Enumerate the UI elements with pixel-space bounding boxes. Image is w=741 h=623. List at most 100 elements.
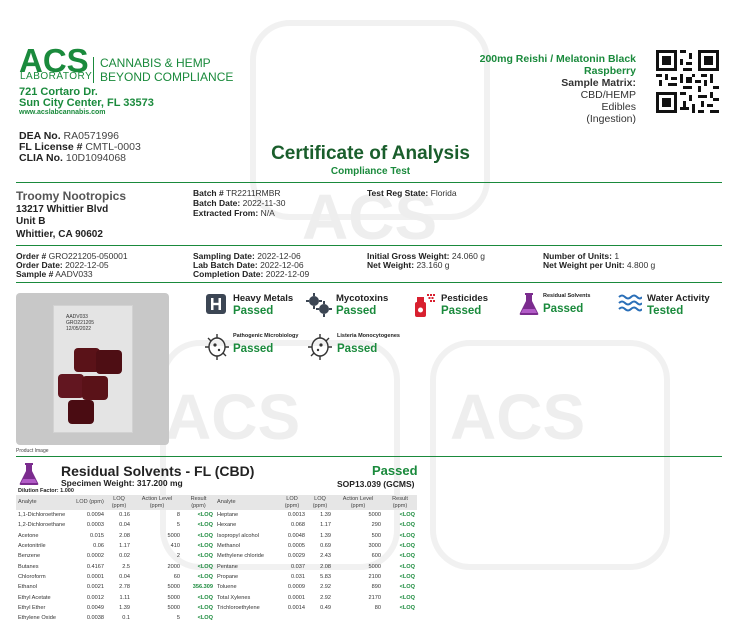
pathogenic-microbiology-status: Passed xyxy=(233,343,274,355)
pathogenic-microbiology-title: Pathogenic Microbiology xyxy=(233,333,299,339)
sample-matrix-label: Sample Matrix: xyxy=(561,77,636,89)
action-level-cell: 80 xyxy=(374,604,381,611)
gummy xyxy=(82,376,108,400)
table-row: Chloroform 0.0001 0.04 60 <LOQ xyxy=(16,572,215,582)
result-cell: <LOQ xyxy=(399,522,415,529)
sample-bag: AADV033 GRO221205 12/05/2022 xyxy=(53,305,133,433)
action-level-cell: 2000 xyxy=(167,563,180,570)
qr-code-icon[interactable] xyxy=(656,50,719,113)
action-level-cell: 8 xyxy=(176,512,180,519)
analyte-cell: Propane xyxy=(217,573,239,580)
client-address: 13217 Whittier Blvd xyxy=(16,204,109,215)
heavy-metals-icon xyxy=(206,294,226,314)
bacteria-icon xyxy=(308,334,332,360)
net-weight-value: 23.160 g xyxy=(416,260,450,270)
mycotoxins-status: Passed xyxy=(336,305,377,317)
mycotoxins-icon xyxy=(306,293,332,317)
result-cell: <LOQ xyxy=(399,543,415,550)
result-cell: <LOQ xyxy=(399,604,415,611)
lod-cell: 0.0009 xyxy=(287,584,305,591)
action-level-cell: 3000 xyxy=(368,543,381,550)
table-row: Pentane 0.037 2.08 5000 <LOQ xyxy=(215,561,417,571)
client-name: Troomy Nootropics xyxy=(16,189,127,203)
result-cell: <LOQ xyxy=(197,563,213,570)
column-header: Analyte xyxy=(215,495,277,510)
action-level-cell: 5000 xyxy=(167,604,180,611)
net-weight-label: Net Weight: xyxy=(367,260,415,270)
result-cell: <LOQ xyxy=(197,532,213,539)
test-reg-state: Test Reg State: Florida xyxy=(367,188,457,198)
product-name-line: Raspberry xyxy=(584,65,636,77)
loq-cell: 0.69 xyxy=(320,543,331,550)
analyte-cell: Toluene xyxy=(217,584,237,591)
residual-solvents-status: Passed xyxy=(543,303,584,315)
loq-cell: 1.39 xyxy=(320,512,331,519)
column-header: LOQ (ppm) xyxy=(106,495,132,510)
lab-website-link[interactable]: www.acslabcannabis.com xyxy=(19,109,106,116)
loq-cell: 1.39 xyxy=(119,604,130,611)
analyte-cell: Ethyl Acetate xyxy=(18,594,51,601)
loq-cell: 1.17 xyxy=(119,543,130,550)
table-row: Methylene chloride 0.0029 2.43 600 <LOQ xyxy=(215,551,417,561)
result-cell: <LOQ xyxy=(197,543,213,550)
result-cell: <LOQ xyxy=(399,532,415,539)
result-cell: <LOQ xyxy=(197,573,213,580)
extracted-from-label: Extracted From: xyxy=(193,208,259,218)
table-row: Propane 0.031 5.83 2100 <LOQ xyxy=(215,572,417,582)
batch-number-value: TR2211RMBR xyxy=(225,188,281,198)
table-row: Ethyl Ether 0.0049 1.39 5000 <LOQ xyxy=(16,603,215,613)
table-row: 1,2-Dichloroethane 0.0003 0.04 5 <LOQ xyxy=(16,520,215,530)
analyte-cell: Heptane xyxy=(217,512,239,519)
client-address: Whittier, CA 90602 xyxy=(16,229,103,240)
loq-cell: 2.08 xyxy=(119,532,130,539)
loq-cell: 2.78 xyxy=(119,584,130,591)
sample-bag-label: AADV033 GRO221205 12/05/2022 xyxy=(66,314,94,332)
batch-number: Batch # TR2211RMBR xyxy=(193,188,281,198)
listeria-status: Passed xyxy=(337,343,378,355)
sop-reference: SOP13.039 (GCMS) xyxy=(337,479,415,489)
pesticides-status: Passed xyxy=(441,305,482,317)
result-cell: <LOQ xyxy=(197,615,213,622)
analyte-cell: Pentane xyxy=(217,563,238,570)
loq-cell: 1.17 xyxy=(320,522,331,529)
action-level-cell: 600 xyxy=(371,553,381,560)
product-image: AADV033 GRO221205 12/05/2022 xyxy=(16,293,169,445)
loq-cell: 1.11 xyxy=(119,594,130,601)
lod-cell: 0.0049 xyxy=(86,604,104,611)
action-level-cell: 60 xyxy=(173,573,180,580)
lab-address: Sun City Center, FL 33573 xyxy=(19,97,154,109)
loq-cell: 1.39 xyxy=(320,532,331,539)
sample-bag-label-line: 12/05/2022 xyxy=(66,326,92,332)
analyte-cell: 1,1-Dichloroethene xyxy=(18,512,66,519)
net-weight: Net Weight: 23.160 g xyxy=(367,260,450,270)
lod-cell: 0.0013 xyxy=(287,512,305,519)
analyte-cell: Benzene xyxy=(18,553,41,560)
action-level-cell: 5000 xyxy=(167,584,180,591)
lod-cell: 0.0029 xyxy=(287,553,305,560)
lod-cell: 0.0021 xyxy=(86,584,104,591)
table-row: Total Xylenes 0.0001 2.92 2170 <LOQ xyxy=(215,592,417,602)
table-row: Ethylene Oxide 0.0038 0.1 5 <LOQ xyxy=(16,613,215,623)
action-level-cell: 5000 xyxy=(167,594,180,601)
divider xyxy=(16,282,722,283)
analyte-cell: Chloroform xyxy=(18,573,46,580)
result-cell: <LOQ xyxy=(399,584,415,591)
result-cell: <LOQ xyxy=(399,512,415,519)
completion-date: Completion Date: 2022-12-09 xyxy=(193,269,309,279)
column-header: Result (ppm) xyxy=(383,495,417,510)
action-level-cell: 290 xyxy=(371,522,381,529)
lod-cell: 0.0094 xyxy=(86,512,104,519)
page-title: Certificate of Analysis xyxy=(271,143,470,164)
sample-matrix-value: CBD/HEMP xyxy=(580,89,636,101)
action-level-cell: 5000 xyxy=(368,563,381,570)
loq-cell: 2.08 xyxy=(320,563,331,570)
result-cell: <LOQ xyxy=(197,553,213,560)
batch-number-label: Batch # xyxy=(193,188,224,198)
loq-cell: 2.5 xyxy=(122,563,130,570)
lod-cell: 0.0014 xyxy=(287,604,305,611)
net-weight-per-unit-label: Net Weight per Unit: xyxy=(543,260,625,270)
action-level-cell: 410 xyxy=(170,543,180,550)
batch-date: Batch Date: 2022-11-30 xyxy=(193,198,285,208)
analyte-cell: Total Xylenes xyxy=(217,594,251,601)
action-level-cell: 890 xyxy=(371,584,381,591)
